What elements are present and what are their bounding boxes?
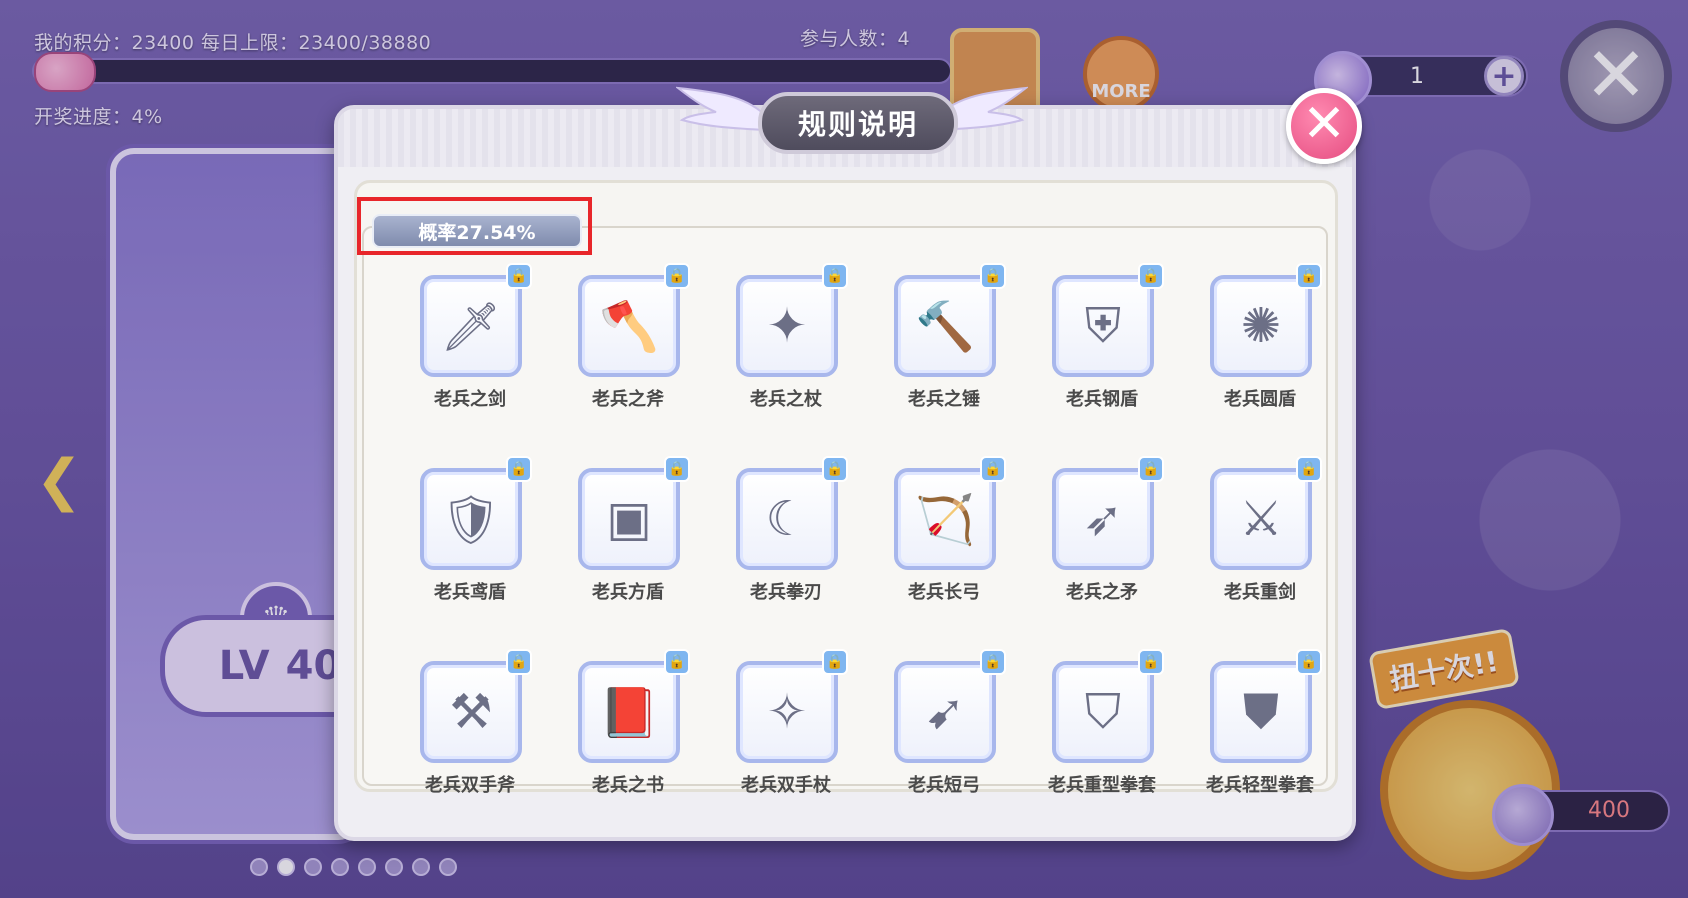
modal-title: 规则说明 <box>758 92 958 154</box>
hammer-icon: 🔨 <box>894 275 996 377</box>
spear-icon: ➶ <box>1052 468 1154 570</box>
axe-icon: 🪓 <box>578 275 680 377</box>
modal-close-button[interactable]: ✕ <box>1286 88 1362 164</box>
square-shield-icon: ▣ <box>578 468 680 570</box>
light-gauntlet-icon: ⛊ <box>1210 661 1312 763</box>
lock-icon: 🔒 <box>1296 456 1322 482</box>
item-card[interactable]: ▣ 🔒 老兵方盾 <box>568 456 690 618</box>
lock-icon: 🔒 <box>1138 456 1164 482</box>
lock-icon: 🔒 <box>664 263 690 289</box>
lock-icon: 🔒 <box>664 456 690 482</box>
lock-icon: 🔒 <box>822 456 848 482</box>
item-name: 老兵方盾 <box>592 582 664 603</box>
item-name: 老兵之剑 <box>434 389 506 410</box>
item-name: 老兵双手斧 <box>425 775 515 796</box>
item-name: 老兵之书 <box>592 775 664 796</box>
staff-icon: ✦ <box>736 275 838 377</box>
item-card[interactable]: ➹ 🔒 老兵短弓 <box>884 649 1006 811</box>
item-card[interactable]: 🛡 🔒 老兵鸢盾 <box>410 456 532 618</box>
item-card[interactable]: ☾ 🔒 老兵拳刃 <box>726 456 848 618</box>
item-card[interactable]: ➶ 🔒 老兵之矛 <box>1042 456 1164 618</box>
item-card[interactable]: ✺ 🔒 老兵圆盾 <box>1200 263 1322 425</box>
lock-icon: 🔒 <box>1138 263 1164 289</box>
item-card[interactable]: ⚔ 🔒 老兵重剑 <box>1200 456 1322 618</box>
lock-icon: 🔒 <box>980 649 1006 675</box>
left-wing-icon <box>676 86 766 132</box>
sword-icon: 🗡 <box>420 275 522 377</box>
item-name: 老兵长弓 <box>908 582 980 603</box>
item-name: 老兵短弓 <box>908 775 980 796</box>
lock-icon: 🔒 <box>664 649 690 675</box>
highlight-box <box>357 197 592 255</box>
kite-shield-icon: 🛡 <box>420 468 522 570</box>
two-handed-staff-icon: ✧ <box>736 661 838 763</box>
item-name: 老兵之杖 <box>750 389 822 410</box>
lock-icon: 🔒 <box>1296 263 1322 289</box>
item-name: 老兵之锤 <box>908 389 980 410</box>
item-name: 老兵鸢盾 <box>434 582 506 603</box>
item-name: 老兵重剑 <box>1224 582 1296 603</box>
item-card[interactable]: ✦ 🔒 老兵之杖 <box>726 263 848 425</box>
shortbow-icon: ➹ <box>894 661 996 763</box>
lock-icon: 🔒 <box>822 649 848 675</box>
fist-blade-icon: ☾ <box>736 468 838 570</box>
steel-shield-icon: ⛨ <box>1052 275 1154 377</box>
item-card[interactable]: 🔨 🔒 老兵之锤 <box>884 263 1006 425</box>
item-name: 老兵拳刃 <box>750 582 822 603</box>
item-name: 老兵之斧 <box>592 389 664 410</box>
item-card[interactable]: ⛊ 🔒 老兵轻型拳套 <box>1200 649 1322 811</box>
round-shield-icon: ✺ <box>1210 275 1312 377</box>
item-card[interactable]: ✧ 🔒 老兵双手杖 <box>726 649 848 811</box>
longbow-icon: 🏹 <box>894 468 996 570</box>
two-handed-axe-icon: ⚒ <box>420 661 522 763</box>
lock-icon: 🔒 <box>1296 649 1322 675</box>
lock-icon: 🔒 <box>980 456 1006 482</box>
item-card[interactable]: 🏹 🔒 老兵长弓 <box>884 456 1006 618</box>
heavy-gauntlet-icon: ⛉ <box>1052 661 1154 763</box>
item-name: 老兵轻型拳套 <box>1206 775 1314 796</box>
item-card[interactable]: ⛉ 🔒 老兵重型拳套 <box>1042 649 1164 811</box>
item-name: 老兵之矛 <box>1066 582 1138 603</box>
item-card[interactable]: ⚒ 🔒 老兵双手斧 <box>410 649 532 811</box>
item-name: 老兵圆盾 <box>1224 389 1296 410</box>
item-name: 老兵钢盾 <box>1066 389 1138 410</box>
lock-icon: 🔒 <box>822 263 848 289</box>
lock-icon: 🔒 <box>506 456 532 482</box>
lock-icon: 🔒 <box>980 263 1006 289</box>
item-name: 老兵双手杖 <box>741 775 831 796</box>
item-card[interactable]: 📕 🔒 老兵之书 <box>568 649 690 811</box>
lock-icon: 🔒 <box>1138 649 1164 675</box>
lock-icon: 🔒 <box>506 263 532 289</box>
lock-icon: 🔒 <box>506 649 532 675</box>
item-card[interactable]: 🗡 🔒 老兵之剑 <box>410 263 532 425</box>
item-name: 老兵重型拳套 <box>1048 775 1156 796</box>
book-icon: 📕 <box>578 661 680 763</box>
item-card[interactable]: ⛨ 🔒 老兵钢盾 <box>1042 263 1164 425</box>
greatsword-icon: ⚔ <box>1210 468 1312 570</box>
item-card[interactable]: 🪓 🔒 老兵之斧 <box>568 263 690 425</box>
